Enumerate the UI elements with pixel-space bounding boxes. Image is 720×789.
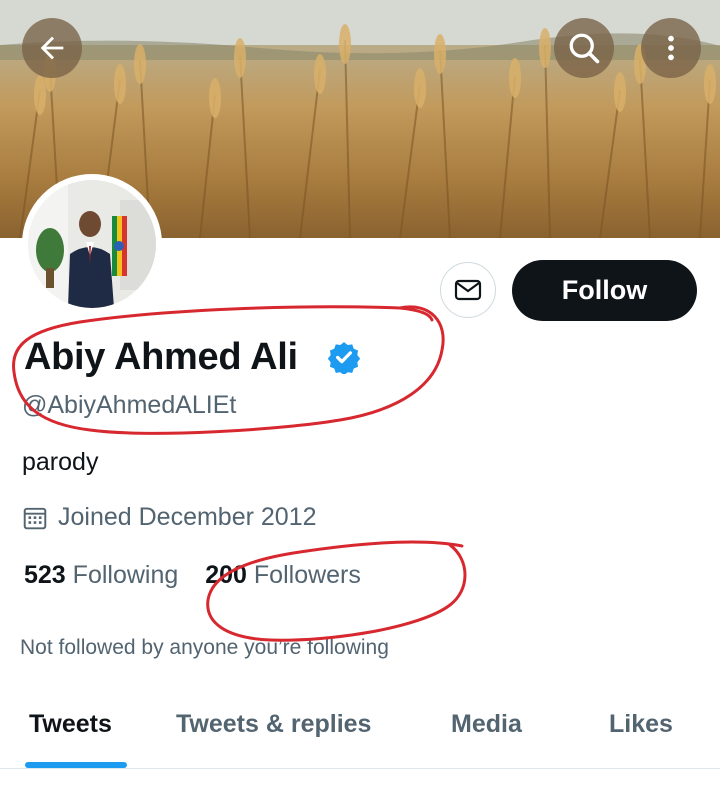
- search-button[interactable]: [554, 18, 614, 78]
- search-icon: [569, 33, 600, 64]
- display-name: Abiy Ahmed Ali: [24, 336, 298, 378]
- followers-link[interactable]: 200 Followers: [205, 561, 361, 590]
- more-vertical-icon: [668, 35, 674, 61]
- active-tab-indicator: [25, 762, 127, 768]
- tab-media[interactable]: Media: [451, 710, 522, 739]
- annotation-circle-followers: [206, 540, 467, 642]
- following-link[interactable]: 523 Following: [24, 561, 178, 590]
- avatar[interactable]: [22, 174, 162, 314]
- username-handle: @AbiyAhmedALIEt: [22, 391, 237, 419]
- joined-date: Joined December 2012: [22, 503, 317, 532]
- calendar-icon: [22, 505, 48, 531]
- followers-count: 200: [205, 561, 247, 589]
- tab-likes[interactable]: Likes: [609, 710, 673, 739]
- not-followed-notice: Not followed by anyone you’re following: [20, 636, 389, 659]
- message-button[interactable]: [440, 262, 496, 318]
- verified-badge-icon[interactable]: [327, 340, 361, 374]
- joined-label: Joined December 2012: [58, 503, 317, 531]
- follow-stats: 523 Following 200 Followers: [24, 561, 361, 590]
- following-label: Following: [72, 561, 179, 589]
- arrow-left-icon: [40, 36, 64, 60]
- profile-photo: [28, 180, 156, 308]
- tab-tweets-replies[interactable]: Tweets & replies: [176, 710, 371, 739]
- following-count: 523: [24, 561, 66, 589]
- envelope-icon: [454, 279, 482, 301]
- more-options-button[interactable]: [641, 18, 701, 78]
- back-button[interactable]: [22, 18, 82, 78]
- follow-button[interactable]: Follow: [512, 260, 697, 321]
- bio-text: parody: [22, 448, 99, 476]
- profile-tabs: Tweets Tweets & replies Media Likes: [0, 690, 720, 769]
- tab-tweets[interactable]: Tweets: [29, 710, 112, 739]
- followers-label: Followers: [253, 561, 361, 589]
